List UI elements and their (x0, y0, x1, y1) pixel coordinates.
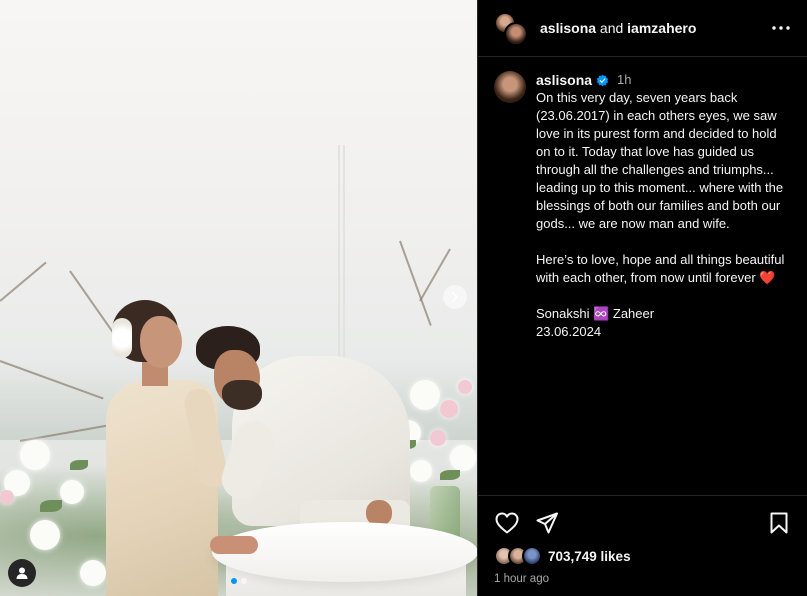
flower (450, 445, 476, 471)
caption: aslisona 1h On this very day, seven year… (536, 71, 791, 481)
flower (30, 520, 60, 550)
post-date[interactable]: 1 hour ago (494, 573, 792, 585)
carousel-dot (240, 578, 247, 584)
flower (410, 460, 432, 482)
leaf (440, 470, 460, 480)
avatar[interactable] (494, 71, 526, 103)
branch (0, 261, 47, 302)
like-button[interactable] (494, 510, 520, 536)
post-header: aslisona and iamzahero (478, 0, 807, 57)
author-link-2[interactable]: iamzahero (627, 20, 696, 36)
flower (0, 490, 14, 504)
likes-count[interactable]: 703,749 likes (548, 549, 631, 564)
avatar (522, 546, 542, 566)
post-actions: 703,749 likes 1 hour ago (478, 495, 807, 585)
share-icon (536, 512, 558, 534)
next-icon (452, 292, 458, 302)
next-photo-button[interactable] (443, 285, 467, 309)
flower (60, 480, 84, 504)
caption-header: aslisona 1h (536, 71, 791, 89)
collab-avatars[interactable] (494, 12, 528, 46)
carousel-indicator (0, 578, 477, 584)
branch (69, 270, 117, 338)
hair-flowers (112, 318, 132, 358)
caption-username[interactable]: aslisona (536, 71, 592, 89)
likes-row: 703,749 likes (494, 546, 792, 566)
more-options-button[interactable] (769, 16, 793, 40)
post-timestamp[interactable]: 1h (617, 71, 631, 89)
branch (399, 240, 432, 326)
carousel-dot-active (230, 578, 237, 584)
verified-icon (596, 74, 609, 86)
action-bar (494, 510, 792, 536)
more-icon (772, 26, 790, 30)
save-button[interactable] (766, 510, 792, 536)
flower (410, 380, 440, 410)
liker-avatars (494, 546, 544, 566)
post-authors: aslisona and iamzahero (540, 20, 769, 36)
man-beard (222, 380, 262, 410)
flower (20, 440, 50, 470)
leaf (40, 500, 62, 512)
author-link-1[interactable]: aslisona (540, 20, 596, 36)
caption-area: aslisona 1h On this very day, seven year… (478, 57, 807, 495)
woman-face (140, 316, 182, 368)
flower (458, 380, 472, 394)
flower (430, 430, 446, 446)
leaf (70, 460, 88, 470)
bookmark-icon (770, 512, 788, 534)
post-details-panel: aslisona and iamzahero aslisona 1h On th… (477, 0, 807, 596)
caption-text: On this very day, seven years back (23.0… (536, 90, 785, 339)
share-button[interactable] (534, 510, 560, 536)
avatar (504, 22, 528, 46)
flower (440, 400, 458, 418)
heart-icon (495, 512, 519, 534)
post-photo[interactable] (0, 0, 477, 596)
authors-joiner: and (599, 20, 624, 36)
woman-hand (210, 536, 258, 554)
